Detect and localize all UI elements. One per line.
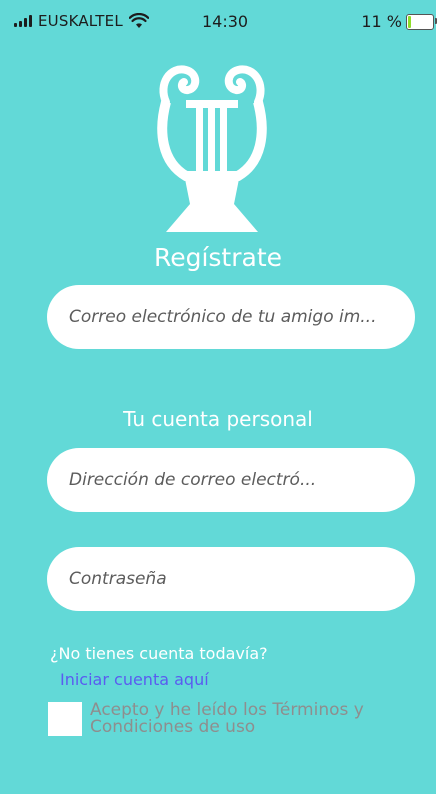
terms-label[interactable]: Acepto y he leído los Términos y Condici… bbox=[90, 702, 410, 736]
page-title: Regístrate bbox=[153, 243, 283, 272]
battery-fill bbox=[408, 15, 411, 28]
friend-email-input[interactable] bbox=[47, 285, 415, 349]
screen: EUSKALTEL 14:30 11 % Regístrate Correo e… bbox=[0, 0, 444, 794]
terms-checkbox[interactable] bbox=[48, 702, 82, 736]
status-right: 11 % bbox=[361, 12, 437, 31]
no-account-text: ¿No tienes cuenta todavía? bbox=[50, 644, 268, 663]
status-left: EUSKALTEL bbox=[14, 12, 149, 30]
signal-icon bbox=[14, 15, 32, 27]
clock: 14:30 bbox=[202, 12, 249, 31]
wifi-icon bbox=[128, 13, 149, 28]
terms-row: Acepto y he leído los Términos y Condici… bbox=[48, 702, 428, 742]
password-input[interactable] bbox=[47, 547, 415, 611]
carrier-name: EUSKALTEL bbox=[38, 12, 123, 30]
battery-icon bbox=[406, 13, 437, 30]
status-bar: EUSKALTEL 14:30 11 % bbox=[0, 0, 444, 40]
personal-account-heading: Tu cuenta personal bbox=[123, 407, 313, 431]
email-input[interactable] bbox=[47, 448, 415, 512]
battery-percent: 11 % bbox=[361, 12, 402, 31]
lyre-logo-icon bbox=[157, 65, 267, 232]
start-account-link[interactable]: Iniciar cuenta aquí bbox=[60, 670, 209, 689]
